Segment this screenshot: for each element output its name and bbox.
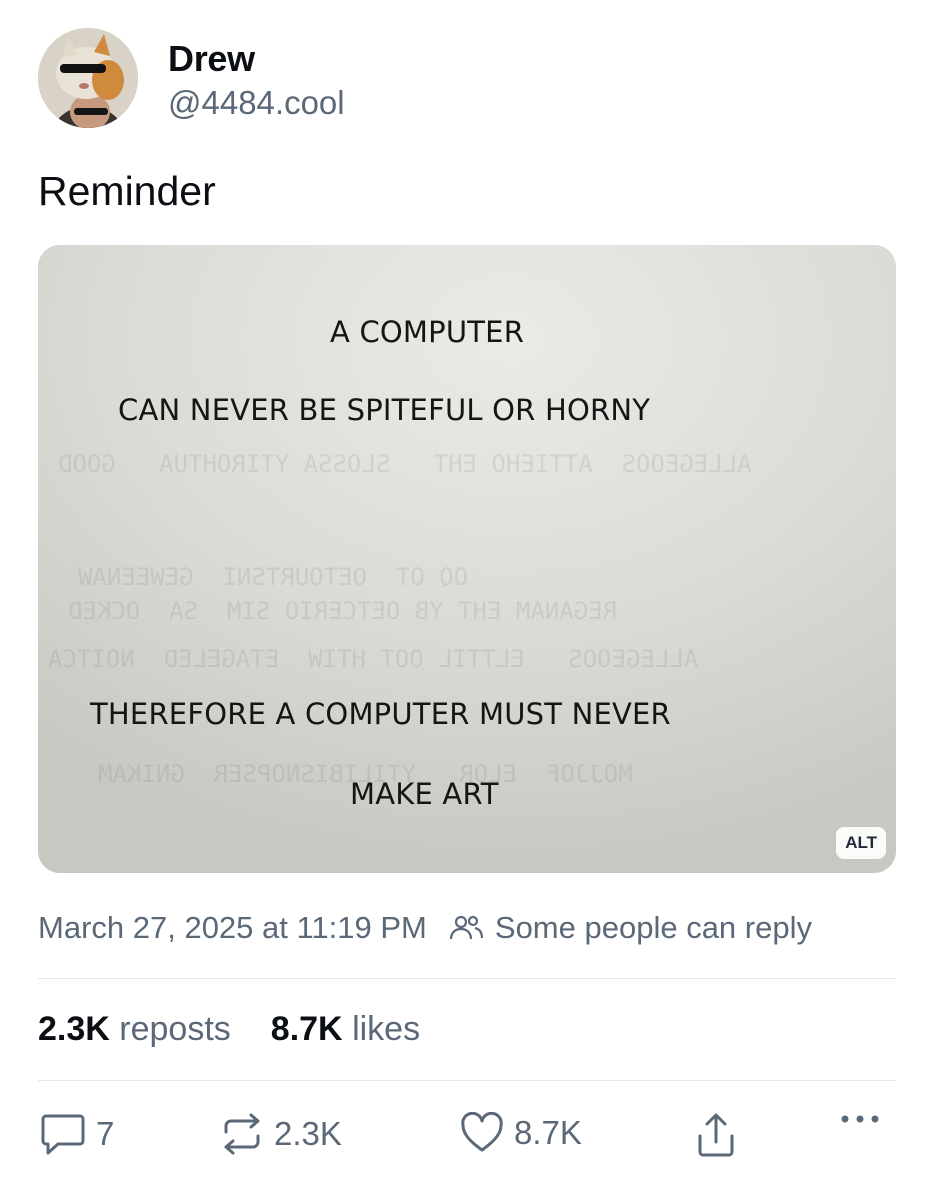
image-line-1: A COMPUTER [330, 315, 525, 349]
reply-setting-label: Some people can reply [494, 910, 812, 945]
repost-icon [224, 1113, 260, 1155]
like-count: 8.7K [514, 1114, 582, 1151]
likes-label: likes [352, 1010, 421, 1048]
more-options-button[interactable] [838, 1112, 892, 1126]
bleed-through-text: ALLEGEOOS ATTIEHO EHT SLOSSA YTIROHTUA G… [58, 450, 752, 478]
post-text: Reminder [38, 168, 216, 214]
like-button[interactable]: 8.7K [460, 1112, 582, 1154]
image-line-2: CAN NEVER BE SPITEFUL OR HORNY [118, 393, 651, 427]
bleed-through-text: OQ OT OETOURTSNI GEWEENAW [78, 563, 469, 591]
bleed-through-text: REGANAM EHT YB OETCERIO SIM SA OCKED [68, 597, 618, 625]
action-bar: 7 2.3K 8.7K [38, 1112, 896, 1168]
likes-stat[interactable]: 8.7K likes [271, 1010, 420, 1049]
comment-icon [41, 1114, 85, 1155]
heart-icon [461, 1112, 503, 1152]
ellipsis-icon [841, 1115, 879, 1123]
post-stats: 2.3K reposts 8.7K likes [38, 1010, 420, 1049]
divider [38, 978, 896, 979]
display-name[interactable]: Drew [168, 38, 345, 80]
repost-count: 2.3K [274, 1115, 342, 1152]
post-header: Drew @4484.cool [38, 28, 345, 128]
repost-button[interactable]: 2.3K [220, 1112, 342, 1156]
likes-count: 8.7K [270, 1010, 343, 1048]
reply-count: 7 [96, 1115, 115, 1152]
alt-badge[interactable]: ALT [836, 827, 886, 859]
reply-button[interactable]: 7 [40, 1112, 114, 1156]
timestamp: March 27, 2025 at 11:19 PM [38, 910, 427, 945]
user-handle[interactable]: @4484.cool [168, 82, 345, 124]
post-meta: March 27, 2025 at 11:19 PM Some people c… [38, 910, 812, 946]
share-button[interactable] [694, 1112, 748, 1160]
bleed-through-text: ALLEGEOOS ELTTIL OOT HTIW ETAGELED NOITC… [48, 645, 699, 673]
reposts-stat[interactable]: 2.3K reposts [38, 1010, 231, 1049]
share-icon [698, 1113, 734, 1157]
people-icon [449, 915, 483, 940]
reposts-label: reposts [119, 1010, 231, 1048]
image-line-4: MAKE ART [350, 777, 499, 811]
reply-setting[interactable]: Some people can reply [449, 910, 812, 946]
avatar[interactable] [38, 28, 138, 128]
divider [38, 1080, 896, 1081]
reposts-count: 2.3K [38, 1010, 110, 1048]
image-line-3: THEREFORE A COMPUTER MUST NEVER [90, 697, 671, 731]
post-image[interactable]: ALLEGEOOS ATTIEHO EHT SLOSSA YTIROHTUA G… [38, 245, 896, 873]
